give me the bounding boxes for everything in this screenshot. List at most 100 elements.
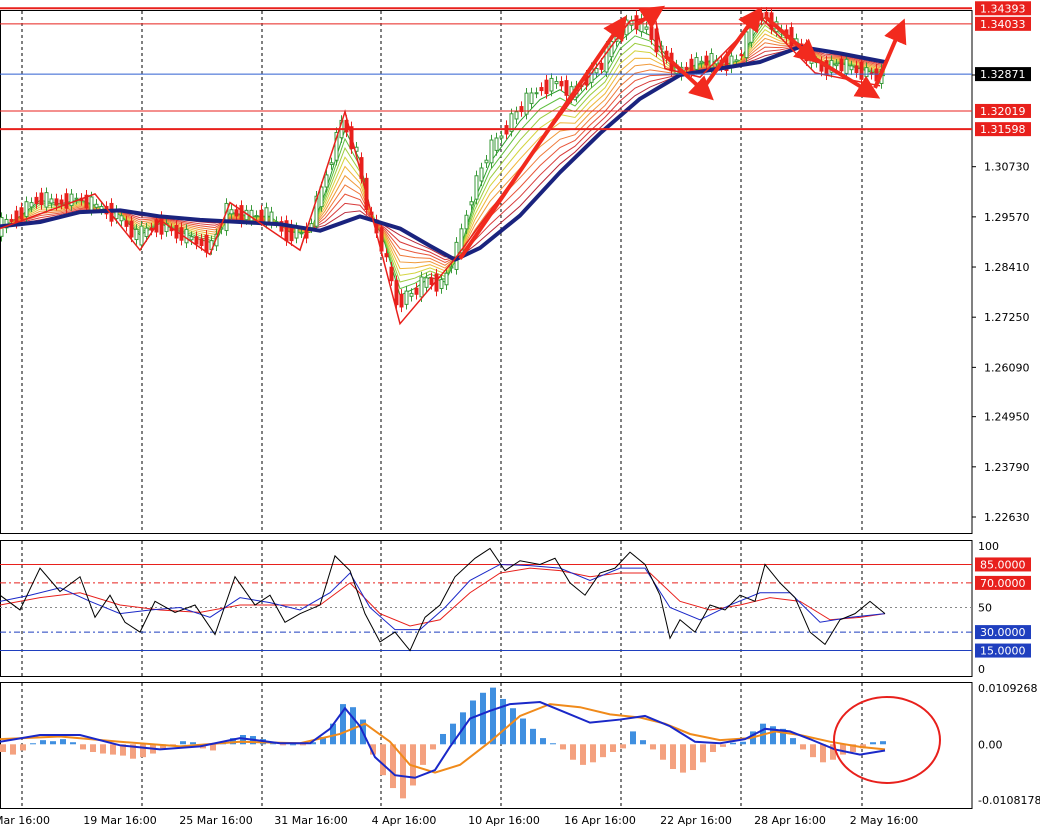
candle-body (749, 26, 754, 43)
price-level-tag-text: 1.34033 (980, 18, 1026, 31)
macd-axis-label: 0.0109268 (978, 682, 1038, 695)
candle-body (424, 277, 429, 288)
candle-body (149, 227, 154, 231)
x-axis-label: 10 Apr 16:00 (468, 814, 540, 827)
candle-body (444, 272, 449, 286)
macd-histogram-bar (580, 744, 586, 765)
candle-body (539, 87, 544, 92)
candle-body (644, 26, 649, 30)
candle-body (474, 175, 479, 200)
macd-histogram-bar (90, 744, 96, 753)
candle-body (139, 225, 144, 246)
candle-body (464, 214, 469, 230)
macd-histogram-bar (800, 744, 806, 750)
stochastic-level-tag-text: 70.0000 (980, 577, 1026, 590)
candle-body (414, 287, 419, 295)
candle-body (234, 209, 239, 217)
price-axis-label: 1.22630 (984, 511, 1030, 524)
macd-histogram-bar (530, 728, 536, 745)
candle-body (54, 198, 59, 206)
candle-body (494, 137, 499, 151)
macd-axis-label: 0.00 (978, 738, 1003, 751)
macd-histogram-bar (870, 742, 876, 745)
stochastic-axis-label: 100 (978, 540, 999, 553)
macd-histogram-bar (480, 692, 486, 745)
price-level-tag-text: 1.31598 (980, 123, 1026, 136)
candle-body (319, 186, 324, 208)
candle-body (844, 58, 849, 74)
macd-histogram-bar (610, 744, 616, 753)
candle-body (449, 266, 454, 269)
candle-body (134, 228, 139, 241)
candle-body (544, 79, 549, 95)
macd-histogram-bar (810, 744, 816, 758)
candle-body (689, 58, 694, 73)
candle-body (564, 80, 569, 96)
x-axis-label: Mar 16:00 (0, 814, 50, 827)
price-axis-label: 1.26090 (984, 361, 1030, 374)
macd-histogram-bar (140, 744, 146, 758)
price-axis-label: 1.23790 (984, 461, 1030, 474)
stochastic-axis-label: 0 (978, 663, 985, 676)
candle-body (704, 55, 709, 66)
candle-body (559, 80, 564, 87)
candle-body (269, 211, 274, 224)
candle-body (184, 228, 189, 244)
candle-body (204, 234, 209, 253)
macd-histogram-bar (400, 744, 406, 799)
candle-body (19, 207, 24, 220)
candle-body (389, 266, 394, 282)
candle-body (124, 220, 129, 227)
candle-body (734, 59, 739, 62)
price-axis-label: 1.28410 (984, 261, 1030, 274)
candle-body (394, 280, 399, 306)
macd-histogram-bar (190, 742, 196, 745)
x-axis-label: 31 Mar 16:00 (274, 814, 347, 827)
macd-histogram-bar (740, 741, 746, 745)
x-axis-label: 4 Apr 16:00 (372, 814, 437, 827)
candle-body (479, 167, 484, 182)
candle-body (49, 198, 54, 204)
candle-body (194, 236, 199, 245)
macd-histogram-bar (560, 744, 566, 750)
macd-axis-label: -0.0108178 (978, 794, 1040, 807)
macd-histogram-bar (350, 707, 356, 745)
candle-body (404, 290, 409, 305)
x-axis-label: 16 Apr 16:00 (564, 814, 636, 827)
candle-body (864, 67, 869, 78)
chart-root: 1.328501.307301.295701.284101.272501.260… (0, 0, 1040, 831)
macd-histogram-bar (700, 744, 706, 763)
candle-body (89, 196, 94, 211)
macd-histogram-bar (630, 731, 636, 745)
price-level-tag-text: 1.32019 (980, 105, 1026, 118)
candle-body (699, 60, 704, 64)
candle-body (684, 66, 689, 71)
macd-histogram-bar (550, 743, 556, 745)
macd-histogram-bar (280, 744, 286, 746)
candle-body (99, 205, 104, 211)
macd-histogram-bar (10, 744, 16, 755)
candle-body (529, 92, 534, 105)
candle-body (744, 31, 749, 59)
candle-body (849, 65, 854, 71)
candle-body (329, 162, 334, 166)
candle-body (409, 292, 414, 297)
macd-histogram-bar (380, 744, 386, 776)
candle-body (294, 227, 299, 239)
candle-body (159, 215, 164, 235)
x-axis-label: 28 Apr 16:00 (754, 814, 826, 827)
current-price-tag-text: 1.32871 (980, 68, 1026, 81)
candle-body (514, 111, 519, 120)
candle-body (259, 209, 264, 222)
candle-body (199, 238, 204, 247)
macd-histogram-bar (390, 744, 396, 789)
x-axis-label: 22 Apr 16:00 (660, 814, 732, 827)
macd-histogram-bar (660, 744, 666, 760)
candle-body (64, 193, 69, 209)
candle-body (44, 192, 49, 208)
price-axis-label: 1.24950 (984, 411, 1030, 424)
stochastic-level-tag-text: 85.0000 (980, 558, 1026, 571)
candle-body (399, 293, 404, 308)
trading-chart[interactable]: 1.328501.307301.295701.284101.272501.260… (0, 0, 1040, 831)
macd-histogram-bar (540, 738, 546, 745)
